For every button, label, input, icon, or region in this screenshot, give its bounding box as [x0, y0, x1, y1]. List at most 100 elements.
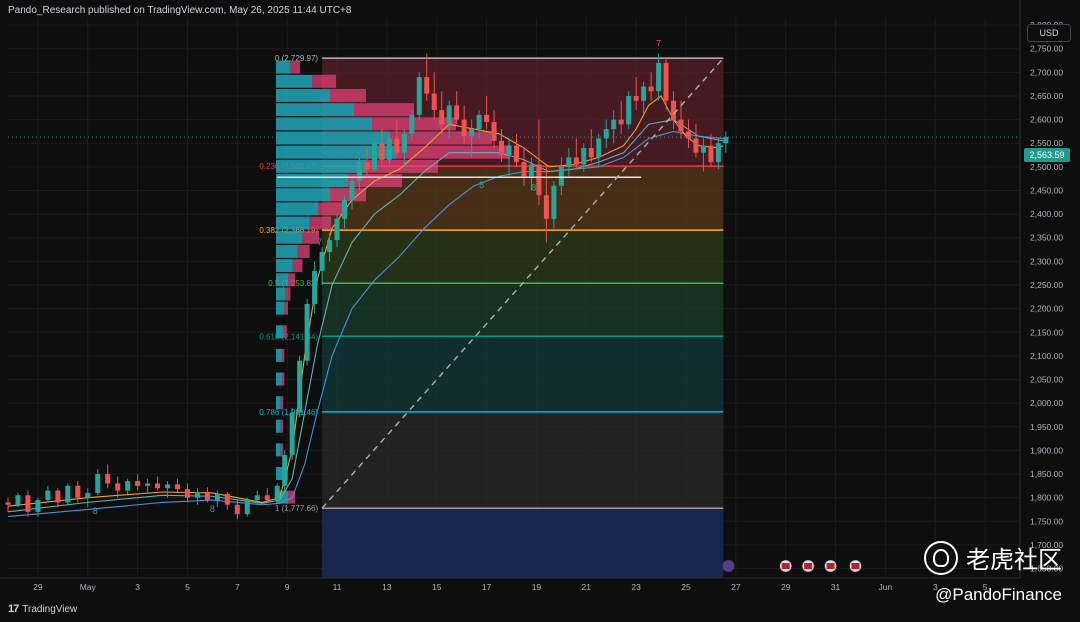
volume-profile-bar-up [276, 131, 390, 145]
volume-profile-bar-down [280, 443, 284, 457]
sequential-count-marker: 7 [656, 38, 661, 48]
candle-body [723, 137, 729, 144]
currency-button[interactable]: USD [1027, 24, 1071, 42]
time-tick-label: 11 [333, 582, 342, 592]
candle-body [484, 114, 490, 122]
event-icon-stripes [781, 563, 790, 569]
us-flag-event-icon[interactable] [801, 559, 815, 573]
event-icon-disc [722, 559, 735, 573]
volume-profile-bar-down [309, 216, 332, 230]
time-tick-label: 31 [831, 582, 841, 592]
price-tick-label: 1,900.00 [1030, 445, 1063, 455]
sequential-count-marker: 8 [531, 182, 536, 192]
volume-profile-bar-down [288, 273, 296, 287]
candle-body [454, 105, 460, 120]
candle-body [155, 483, 161, 489]
candle-body [25, 495, 31, 512]
candle-body [671, 100, 677, 120]
candle-body [297, 360, 303, 413]
time-tick-label: 21 [582, 582, 592, 592]
time-tick-label: 7 [235, 582, 240, 592]
price-tick-label: 2,050.00 [1030, 375, 1063, 385]
candle-body [95, 474, 101, 493]
price-tick-label: 2,650.00 [1030, 91, 1063, 101]
candle-body [289, 412, 295, 456]
time-tick-label: Jun [879, 582, 893, 592]
volume-profile-bar-down [318, 202, 345, 216]
us-flag-event-icon[interactable] [779, 559, 792, 573]
fib-level-label: 1 (1,777.66) [275, 504, 318, 513]
candle-body [386, 138, 392, 160]
candle-body [85, 492, 91, 498]
candle-body [244, 500, 250, 515]
time-tick-label: 27 [731, 582, 741, 592]
candle-body [648, 86, 654, 92]
event-icon-stripes [804, 563, 813, 569]
time-tick-label: 13 [382, 582, 392, 592]
candle-body [264, 495, 270, 501]
last-price-label: 2,563.59 [1024, 148, 1070, 162]
volume-profile-bar-up [276, 159, 366, 173]
volume-profile-bar-down [330, 188, 366, 202]
candle-body [371, 143, 377, 170]
tradingview-logo[interactable]: 17 TradingView [8, 603, 77, 615]
candle-body [700, 145, 706, 153]
price-tick-label: 2,250.00 [1030, 280, 1063, 290]
us-flag-event-icon[interactable] [824, 559, 837, 573]
fib-level-label: 0.786 (1,981.46) [259, 408, 318, 417]
candle-body [581, 147, 587, 165]
volume-profile-bar-up [276, 467, 284, 481]
candle-body [194, 491, 200, 498]
candle-body [304, 303, 310, 361]
volume-profile-bar-up [276, 202, 318, 216]
time-tick-label: 25 [681, 582, 691, 592]
candle-body [282, 455, 288, 486]
candle-body [469, 129, 475, 137]
candle-body [409, 114, 415, 134]
price-tick-label: 2,150.00 [1030, 327, 1063, 337]
volume-profile-bar-down [284, 301, 288, 315]
candle-body [5, 502, 11, 505]
candle-body [319, 251, 325, 271]
candle-body [708, 145, 714, 163]
fib-zone-extension [322, 508, 724, 578]
candle-body [356, 162, 362, 182]
candle-body [543, 195, 549, 219]
price-tick-label: 2,300.00 [1030, 256, 1063, 266]
sequential-count-marker: 8 [93, 506, 98, 516]
volume-profile-bar-up [276, 396, 281, 410]
volume-profile-bar-down [283, 325, 287, 339]
candle-body [184, 489, 190, 498]
sequential-count-marker: 8 [479, 180, 484, 190]
candle-body [551, 185, 557, 219]
candle-body [528, 164, 534, 177]
candle-body [349, 181, 355, 200]
price-tick-label: 2,000.00 [1030, 398, 1063, 408]
candle-body [715, 143, 721, 163]
price-tick-label: 1,800.00 [1030, 493, 1063, 503]
candle-body [35, 500, 41, 512]
candle-body [424, 77, 430, 94]
volume-profile-bar-up [276, 216, 310, 230]
volume-profile-bar-down [282, 372, 285, 386]
candle-body [536, 164, 542, 196]
watermark-cn-text: 老虎社区 [966, 547, 1062, 574]
candle-body [588, 147, 594, 158]
candle-body [174, 484, 180, 490]
us-flag-event-icon[interactable] [849, 559, 862, 573]
volume-profile-bar-down [282, 348, 285, 362]
volume-profile-bar-down [292, 259, 303, 273]
lightning-event-icon[interactable] [722, 559, 735, 573]
volume-profile-bar-down [290, 60, 300, 74]
volume-profile-bar-up [276, 230, 303, 244]
price-tick-label: 2,750.00 [1030, 44, 1063, 54]
publisher-header: Pando_Research published on TradingView.… [8, 5, 352, 16]
volume-profile-bar-down [312, 74, 336, 88]
volume-profile-bar-down [330, 88, 366, 102]
volume-profile-bar-down [297, 244, 310, 258]
volume-profile-bar-up [276, 443, 281, 457]
candle-body [663, 62, 669, 101]
price-chart[interactable]: 0 (2,729.97)0.236 (2,501.67)0.382 (2,366… [0, 0, 1080, 622]
volume-profile-bar-down [280, 419, 284, 433]
fib-zone [322, 411, 724, 509]
